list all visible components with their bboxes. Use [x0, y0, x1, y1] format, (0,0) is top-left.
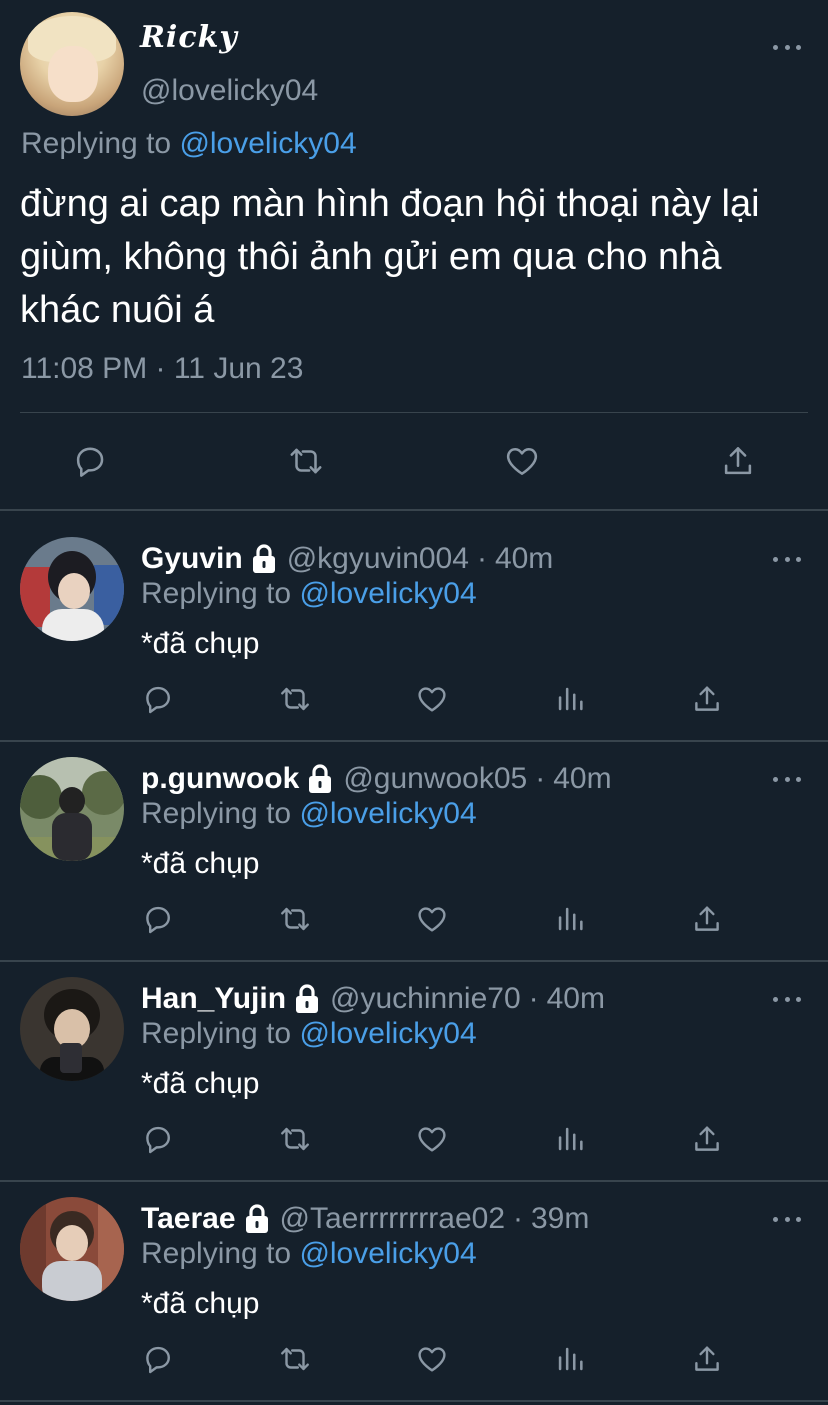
lock-icon: [247, 543, 281, 575]
more-options-icon[interactable]: [773, 775, 801, 783]
avatar[interactable]: [20, 12, 124, 116]
replying-to: Replying to @lovelicky04: [141, 797, 477, 831]
share-icon[interactable]: [718, 441, 758, 481]
reply-header: Taerae @Taerrrrrrrrae02 · 39m: [141, 1199, 589, 1239]
tweet-text: đừng ai cap màn hình đoạn hội thoại này …: [20, 183, 760, 331]
separator: ·: [513, 1202, 523, 1235]
display-name[interactable]: p.gunwook: [141, 762, 299, 796]
replying-prefix: Replying to: [21, 127, 172, 160]
share-icon[interactable]: [687, 1339, 727, 1379]
reply-text: *đã chụp: [141, 1067, 260, 1100]
more-options-icon[interactable]: [773, 43, 801, 51]
user-handle[interactable]: @gunwook05: [343, 762, 527, 796]
analytics-icon[interactable]: [550, 679, 590, 719]
separator: ·: [476, 542, 487, 575]
replying-to: Replying to @lovelicky04: [141, 1237, 477, 1271]
reply-icon[interactable]: [138, 1339, 178, 1379]
reply-action-bar: [0, 679, 828, 719]
separator: ·: [528, 982, 539, 1015]
tweet-action-bar: [0, 413, 828, 509]
like-icon[interactable]: [412, 679, 452, 719]
reply-icon[interactable]: [70, 441, 110, 481]
display-name[interactable]: Gyuvin: [141, 542, 243, 576]
replying-to: Replying to @lovelicky04: [21, 127, 357, 161]
user-handle[interactable]: @yuchinnie70: [330, 982, 521, 1016]
reply-text: *đã chụp: [141, 627, 260, 660]
mention-link[interactable]: @lovelicky04: [299, 797, 476, 830]
retweet-icon[interactable]: [275, 679, 315, 719]
reply-tweet[interactable]: Taerae @Taerrrrrrrrae02 · 39m Replying t…: [0, 1171, 828, 1391]
avatar[interactable]: [20, 1197, 124, 1301]
reply-text: *đã chụp: [141, 847, 260, 880]
avatar[interactable]: [20, 537, 124, 641]
mention-link[interactable]: @lovelicky04: [179, 127, 356, 160]
reply-time[interactable]: 40m: [495, 542, 553, 576]
more-options-icon[interactable]: [773, 995, 801, 1003]
reply-header: p.gunwook @gunwook05 · 40m: [141, 759, 612, 799]
avatar-face: [48, 46, 98, 102]
reply-icon[interactable]: [138, 1119, 178, 1159]
like-icon[interactable]: [412, 1339, 452, 1379]
replying-to: Replying to @lovelicky04: [141, 577, 477, 611]
replying-prefix: Replying to: [141, 1017, 292, 1050]
lock-icon: [303, 763, 337, 795]
replying-to: Replying to @lovelicky04: [141, 1017, 477, 1051]
display-name[interactable]: Ricky: [140, 20, 238, 55]
replying-prefix: Replying to: [141, 577, 292, 610]
analytics-icon[interactable]: [550, 1119, 590, 1159]
tweet-timestamp[interactable]: 11:08 PM · 11 Jun 23: [21, 352, 303, 386]
retweet-icon[interactable]: [275, 899, 315, 939]
lock-icon: [240, 1203, 274, 1235]
reply-icon[interactable]: [138, 899, 178, 939]
reply-tweet[interactable]: Gyuvin @kgyuvin004 · 40m Replying to @lo…: [0, 511, 828, 731]
main-tweet: Ricky @lovelicky04 Replying to @lovelick…: [0, 0, 828, 510]
mention-link[interactable]: @lovelicky04: [299, 577, 476, 610]
user-handle[interactable]: @lovelicky04: [141, 74, 318, 108]
reply-action-bar: [0, 1119, 828, 1159]
reply-header: Gyuvin @kgyuvin004 · 40m: [141, 539, 553, 579]
avatar[interactable]: [20, 977, 124, 1081]
more-options-icon[interactable]: [773, 555, 801, 563]
reply-tweet[interactable]: p.gunwook @gunwook05 · 40m Replying to @…: [0, 731, 828, 951]
user-handle[interactable]: @kgyuvin004: [287, 542, 469, 576]
reply-time[interactable]: 39m: [531, 1202, 589, 1236]
replying-prefix: Replying to: [141, 1237, 292, 1270]
reply-icon[interactable]: [138, 679, 178, 719]
share-icon[interactable]: [687, 679, 727, 719]
reply-text: *đã chụp: [141, 1287, 260, 1320]
analytics-icon[interactable]: [550, 1339, 590, 1379]
reply-tweet[interactable]: Han_Yujin @yuchinnie70 · 40m Replying to…: [0, 951, 828, 1171]
separator: ·: [535, 762, 546, 795]
reply-time[interactable]: 40m: [547, 982, 605, 1016]
analytics-icon[interactable]: [550, 899, 590, 939]
reply-action-bar: [0, 1339, 828, 1379]
more-options-icon[interactable]: [773, 1215, 801, 1223]
display-name[interactable]: Taerae: [141, 1202, 236, 1236]
display-name[interactable]: Han_Yujin: [141, 982, 286, 1016]
retweet-icon[interactable]: [275, 1119, 315, 1159]
avatar[interactable]: [20, 757, 124, 861]
mention-link[interactable]: @lovelicky04: [299, 1237, 476, 1270]
user-handle[interactable]: @Taerrrrrrrrae02: [280, 1202, 505, 1236]
like-icon[interactable]: [412, 1119, 452, 1159]
reply-action-bar: [0, 899, 828, 939]
share-icon[interactable]: [687, 1119, 727, 1159]
reply-time[interactable]: 40m: [553, 762, 611, 796]
replying-prefix: Replying to: [141, 797, 292, 830]
share-icon[interactable]: [687, 899, 727, 939]
mention-link[interactable]: @lovelicky04: [299, 1017, 476, 1050]
like-icon[interactable]: [412, 899, 452, 939]
retweet-icon[interactable]: [275, 1339, 315, 1379]
reply-header: Han_Yujin @yuchinnie70 · 40m: [141, 979, 605, 1019]
like-icon[interactable]: [502, 441, 542, 481]
retweet-icon[interactable]: [286, 441, 326, 481]
divider: [0, 1400, 828, 1402]
lock-icon: [290, 983, 324, 1015]
